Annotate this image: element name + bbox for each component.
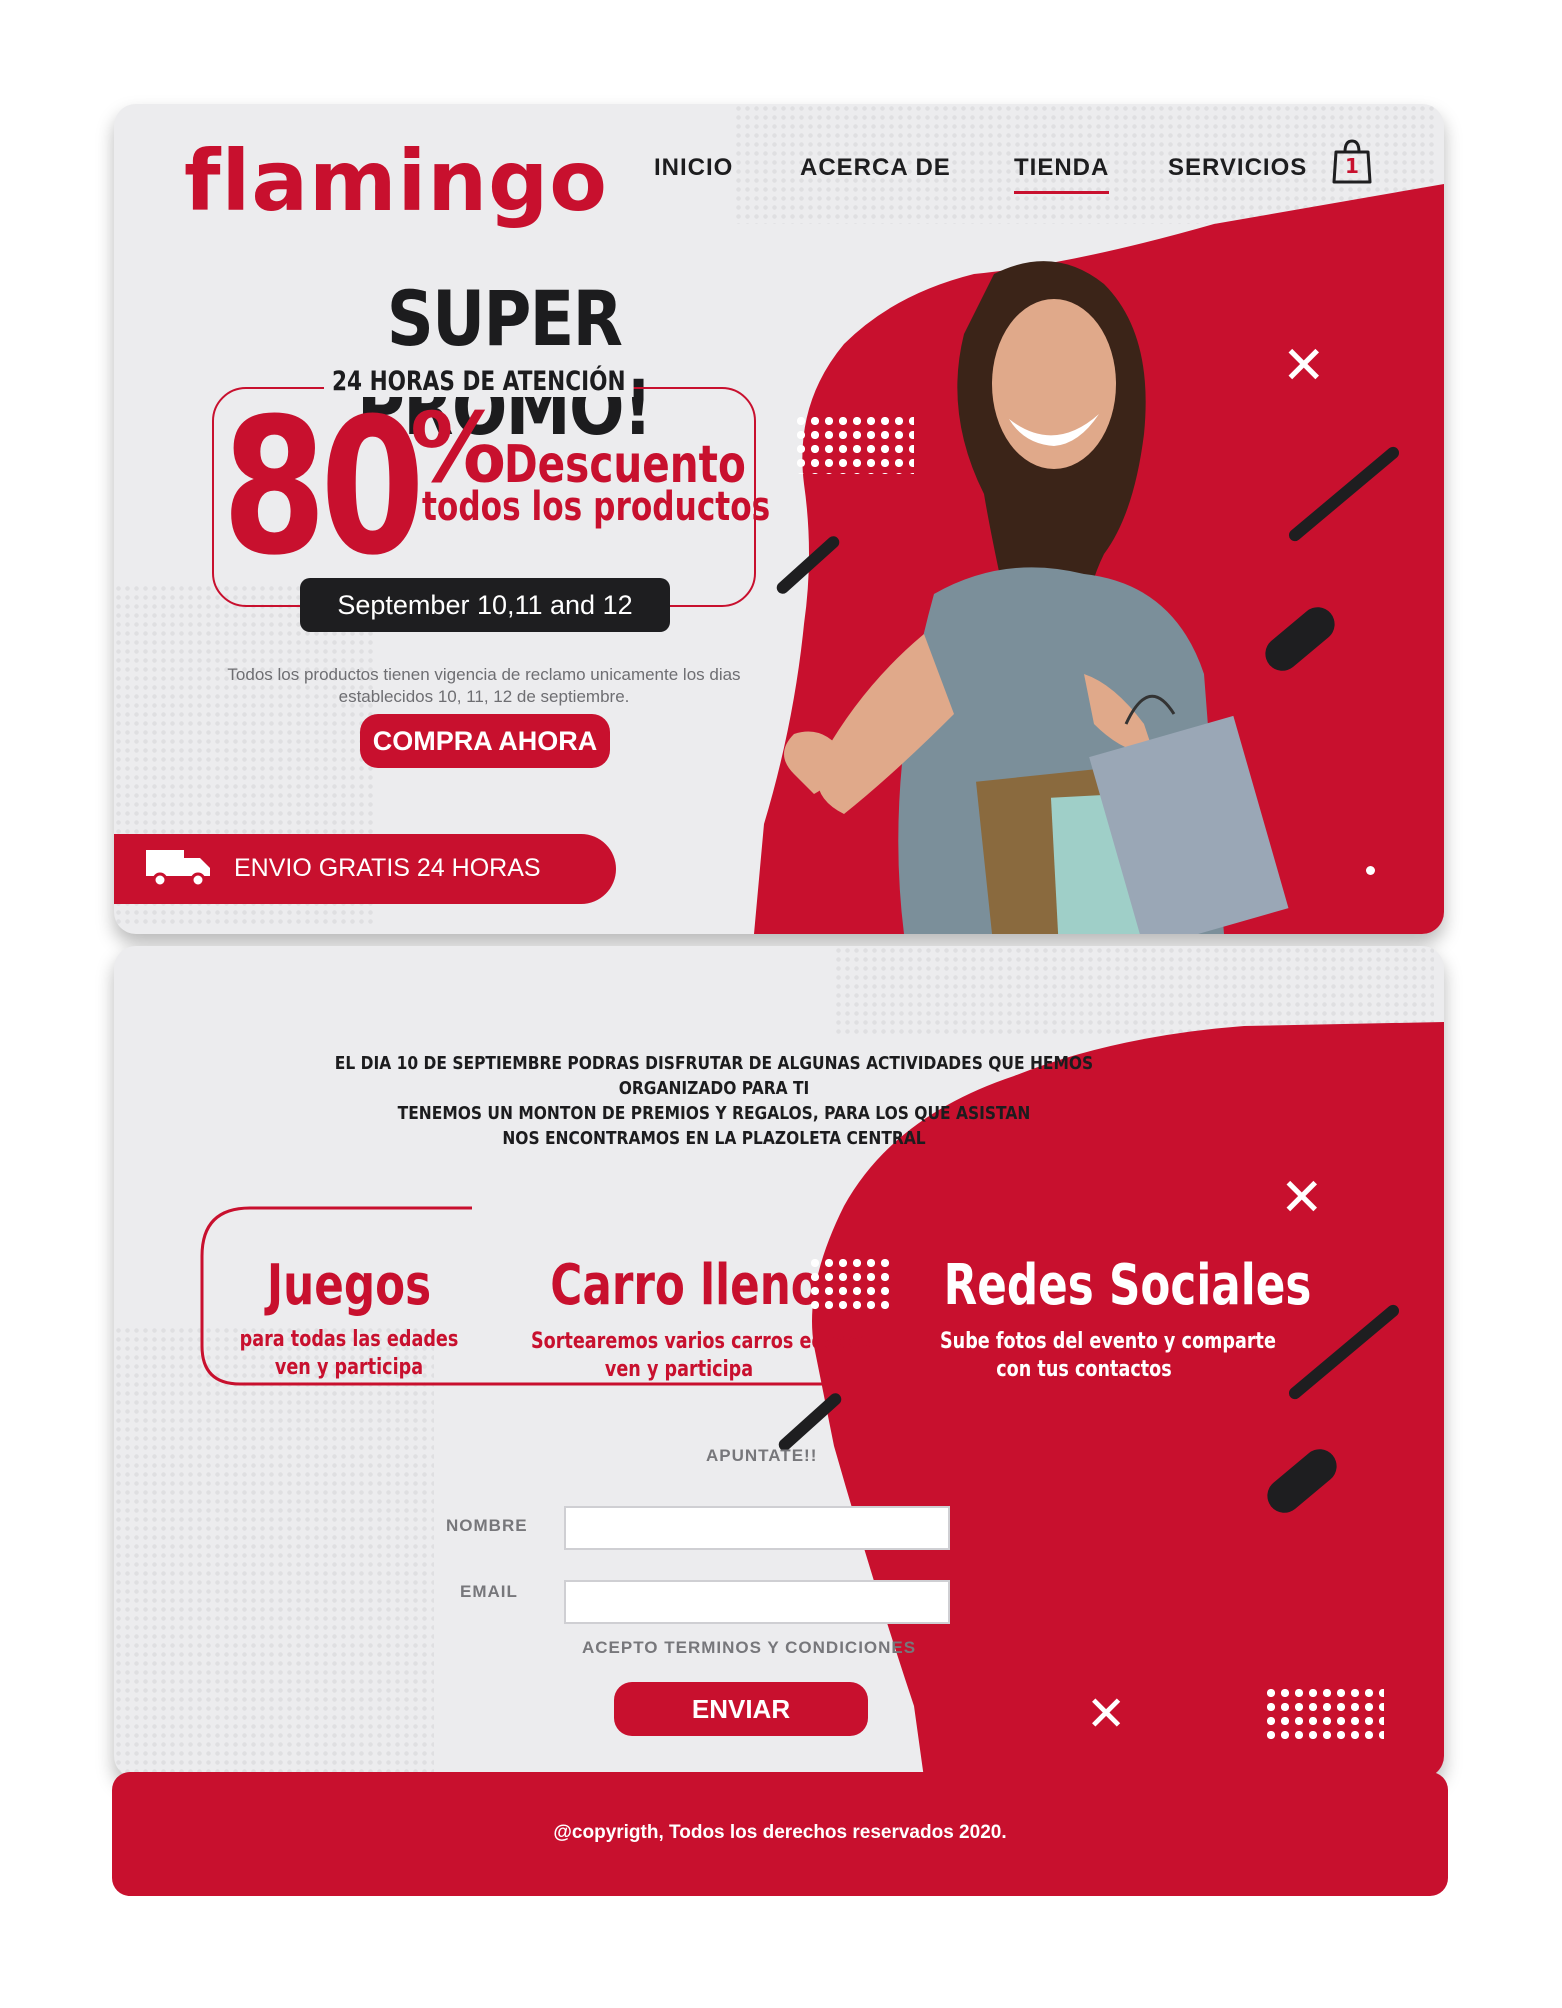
activity-desc: Sube fotos del evento y comparte bbox=[940, 1329, 1276, 1354]
nav-tienda[interactable]: TIENDA bbox=[1014, 154, 1110, 194]
delivery-truck-icon bbox=[146, 850, 210, 888]
event-intro-line: EL DIA 10 DE SEPTIEMBRE PODRAS DISFRUTAR… bbox=[334, 1053, 1094, 1099]
fine-print: Todos los productos tienen vigencia de r… bbox=[227, 665, 741, 706]
close-x-icon: ✕ bbox=[1282, 336, 1326, 396]
name-field[interactable] bbox=[564, 1506, 950, 1550]
form-heading: APUNTATE!! bbox=[706, 1446, 818, 1465]
activity-desc: Sortearemos varios carros edades bbox=[531, 1329, 871, 1354]
nav-servicios[interactable]: SERVICIOS bbox=[1168, 154, 1307, 182]
activity-desc: con tus contactos bbox=[996, 1357, 1172, 1382]
activity-title: Redes Sociales bbox=[943, 1253, 1312, 1318]
brand-logo[interactable]: flamingo bbox=[184, 132, 608, 230]
cart-count-badge: 1 bbox=[1345, 154, 1359, 178]
percent-symbol: % bbox=[410, 392, 507, 504]
hero-card: ✕ flamingo INICIO ACERCA DE TIENDA SERVI… bbox=[114, 104, 1444, 934]
activity-desc: para todas las edades bbox=[239, 1327, 459, 1352]
activity-desc: ven y participa bbox=[274, 1355, 424, 1380]
event-intro: EL DIA 10 DE SEPTIEMBRE PODRAS DISFRUTAR… bbox=[301, 1051, 1127, 1151]
event-intro-line: TENEMOS UN MONTON DE PREMIOS Y REGALOS, … bbox=[397, 1103, 1031, 1124]
activity-title: Juegos bbox=[266, 1253, 432, 1318]
close-x-icon: ✕ bbox=[1086, 1686, 1127, 1742]
email-field[interactable] bbox=[564, 1580, 950, 1624]
nav-acerca-de[interactable]: ACERCA DE bbox=[800, 154, 951, 182]
submit-button[interactable]: ENVIAR bbox=[614, 1682, 868, 1736]
terms-checkbox-label[interactable]: ACEPTO TERMINOS Y CONDICIONES bbox=[582, 1638, 916, 1658]
woman-shopping-image bbox=[784, 261, 1289, 934]
free-shipping-banner: ENVIO GRATIS 24 HORAS bbox=[114, 834, 616, 904]
name-label: NOMBRE bbox=[446, 1516, 528, 1535]
free-shipping-label: ENVIO GRATIS 24 HORAS bbox=[234, 854, 541, 882]
promo-dates: September 10,11 and 12 bbox=[300, 578, 670, 632]
close-x-icon: ✕ bbox=[1280, 1168, 1324, 1228]
dots-decoration bbox=[1264, 1686, 1384, 1744]
buy-now-button[interactable]: COMPRA AHORA bbox=[360, 714, 610, 768]
event-card: EL DIA 10 DE SEPTIEMBRE PODRAS DISFRUTAR… bbox=[114, 946, 1444, 1778]
discount-number: 80 bbox=[222, 378, 425, 597]
activity-desc: ven y participa bbox=[604, 1357, 754, 1382]
footer: @copyrigth, Todos los derechos reservado… bbox=[112, 1772, 1448, 1896]
discount-scope: todos los productos bbox=[422, 484, 771, 530]
nav-inicio[interactable]: INICIO bbox=[654, 154, 733, 182]
cart-button[interactable]: 1 bbox=[1332, 138, 1372, 184]
email-label: EMAIL bbox=[460, 1582, 518, 1601]
activity-title: Carro lleno bbox=[550, 1253, 821, 1318]
small-dot-decoration bbox=[1366, 866, 1375, 875]
event-intro-line: NOS ENCONTRAMOS EN LA PLAZOLETA CENTRAL bbox=[502, 1128, 926, 1149]
dots-decoration bbox=[794, 414, 914, 474]
copyright-text: @copyrigth, Todos los derechos reservado… bbox=[553, 1822, 1007, 1843]
dots-decoration bbox=[808, 1256, 894, 1314]
